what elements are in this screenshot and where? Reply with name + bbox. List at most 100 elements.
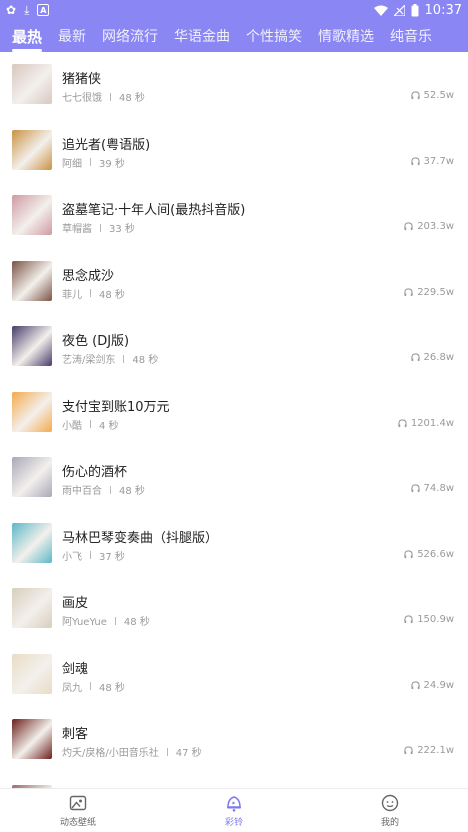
play-count: 150.9w xyxy=(404,614,454,625)
song-meta: 七七很饿 48 秒 xyxy=(62,89,145,104)
song-meta: 凤九 48 秒 xyxy=(62,679,125,694)
song-artist: 小酷 xyxy=(62,420,82,432)
bottom-nav: 动态壁纸 彩铃 我的 xyxy=(0,788,468,832)
song-meta: 雨中百合 48 秒 xyxy=(62,482,145,497)
song-meta: 艺涛/梁剑东 48 秒 xyxy=(62,351,158,366)
clock: 10:37 xyxy=(424,2,462,18)
headphones-icon xyxy=(404,615,413,624)
tab-4[interactable]: 个性搞笑 xyxy=(246,26,302,46)
song-row[interactable]: 追光者(粤语版) 阿细 39 秒 37.7w xyxy=(0,118,468,184)
song-meta: 小酷 4 秒 xyxy=(62,417,119,432)
song-duration: 48 秒 xyxy=(99,289,125,301)
song-row[interactable]: 支付宝到账10万元 小酷 4 秒 1201.4w xyxy=(0,380,468,446)
headphones-icon xyxy=(410,484,420,493)
song-cover-image xyxy=(12,64,52,104)
song-duration: 48 秒 xyxy=(132,355,159,366)
headphones-icon xyxy=(410,680,420,689)
play-count-value: 24.9w xyxy=(423,679,454,691)
meta-divider xyxy=(110,485,111,494)
song-row[interactable]: 伤心的酒杯雨中百合 48 秒 74.8w xyxy=(0,445,468,511)
play-count: 526.6w xyxy=(404,549,454,560)
song-meta: 菲儿 48 秒 xyxy=(62,286,125,301)
song-cover-image xyxy=(12,457,52,497)
song-row[interactable]: 剑魂凤九 48 秒 24.9w xyxy=(0,642,468,708)
profile-icon xyxy=(381,794,399,812)
tab-2[interactable]: 网络流行 xyxy=(102,26,158,46)
status-notifications: ✿ ⤓ A xyxy=(6,3,50,17)
headphones-icon xyxy=(410,353,420,362)
tab-0[interactable]: 最热 xyxy=(12,26,43,52)
song-title: 伤心的酒杯 xyxy=(62,465,128,480)
app-icon: ✿ xyxy=(6,3,17,17)
song-artist: 菲儿 xyxy=(62,289,82,301)
song-row[interactable]: 刺客 灼夭/戾格/小田音乐社 47 秒 222.1w xyxy=(0,707,468,773)
tab-1[interactable]: 最新 xyxy=(58,26,86,46)
song-row[interactable]: 画皮阿YueYue 48 秒 150.9w xyxy=(0,576,468,642)
song-title: 猪猪侠 xyxy=(62,72,102,87)
song-duration: 33 秒 xyxy=(109,224,135,235)
tab-5[interactable]: 情歌精选 xyxy=(318,26,374,46)
meta-divider xyxy=(90,158,91,166)
wallpaper-icon xyxy=(69,795,87,811)
song-duration: 48 秒 xyxy=(99,682,125,694)
play-count-value: 26.8w xyxy=(423,352,454,363)
song-cover-image xyxy=(12,653,52,694)
song-cover-image xyxy=(12,719,52,759)
song-title: 刺客 xyxy=(62,727,89,742)
meta-divider xyxy=(110,92,111,101)
song-artist: 阿细 xyxy=(62,158,82,170)
song-cover-image xyxy=(12,326,52,366)
song-cover-image xyxy=(12,522,52,563)
wifi-icon xyxy=(373,5,388,16)
play-count-value: 37.7w xyxy=(423,155,454,167)
meta-divider xyxy=(166,747,168,756)
tab-3[interactable]: 华语金曲 xyxy=(174,26,230,46)
song-row[interactable] xyxy=(0,773,468,788)
headphones-icon xyxy=(398,418,407,427)
song-title: 剑魂 xyxy=(62,661,89,677)
headphones-icon xyxy=(404,222,413,231)
status-indicators: 10:37 xyxy=(373,2,462,18)
song-artist: 凤九 xyxy=(62,682,82,694)
play-count-value: 222.1w xyxy=(417,745,454,756)
play-count-value: 150.9w xyxy=(417,614,454,625)
play-count: 222.1w xyxy=(404,745,454,756)
song-title: 思念成沙 xyxy=(62,268,115,284)
song-duration: 39 秒 xyxy=(99,158,125,170)
nav-profile[interactable]: 我的 xyxy=(330,793,450,828)
song-cover-image xyxy=(12,588,52,628)
song-duration: 37 秒 xyxy=(99,551,125,563)
song-title: 马林巴琴变奏曲（抖腿版） xyxy=(62,530,219,546)
nav-ringtone[interactable]: 彩铃 xyxy=(174,793,294,828)
song-cover-image xyxy=(12,195,52,235)
song-row[interactable]: 盗墓笔记·十年人间(最热抖音版) 草帽酱 33 秒 203.3w xyxy=(0,183,468,249)
song-meta: 阿细 39 秒 xyxy=(62,155,125,170)
song-row[interactable]: 夜色 (DJ版) 艺涛/梁剑东 48 秒 26.8w xyxy=(0,314,468,380)
play-count: 1201.4w xyxy=(398,418,454,429)
song-duration: 48 秒 xyxy=(123,617,150,628)
play-count: 37.7w xyxy=(410,155,454,167)
play-count: 74.8w xyxy=(410,483,454,494)
nav-wallpaper[interactable]: 动态壁纸 xyxy=(18,793,138,828)
song-row[interactable]: 猪猪侠七七很饿 48 秒 52.5w xyxy=(0,52,468,118)
song-cover-image xyxy=(12,260,52,301)
song-meta: 草帽酱 33 秒 xyxy=(62,220,135,235)
song-artist: 阿YueYue xyxy=(62,617,107,628)
song-artist: 小飞 xyxy=(62,551,82,563)
meta-divider xyxy=(90,682,91,690)
play-count: 26.8w xyxy=(410,352,454,363)
song-duration: 48 秒 xyxy=(119,93,145,104)
song-artist: 雨中百合 xyxy=(62,486,102,497)
song-cover-image xyxy=(12,129,52,170)
song-title: 追光者(粤语版) xyxy=(62,137,151,153)
song-row[interactable]: 思念成沙菲儿 48 秒 229.5w xyxy=(0,249,468,315)
song-duration: 4 秒 xyxy=(99,420,119,432)
a-icon: A xyxy=(37,4,50,16)
song-duration: 48 秒 xyxy=(119,486,145,497)
tab-6[interactable]: 纯音乐 xyxy=(390,26,432,46)
play-count-value: 52.5w xyxy=(423,90,454,101)
song-title: 画皮 xyxy=(62,596,89,611)
song-row[interactable]: 马林巴琴变奏曲（抖腿版） 小飞 37 秒 526.6w xyxy=(0,511,468,577)
play-count-value: 203.3w xyxy=(417,221,454,232)
play-count: 229.5w xyxy=(404,287,454,298)
